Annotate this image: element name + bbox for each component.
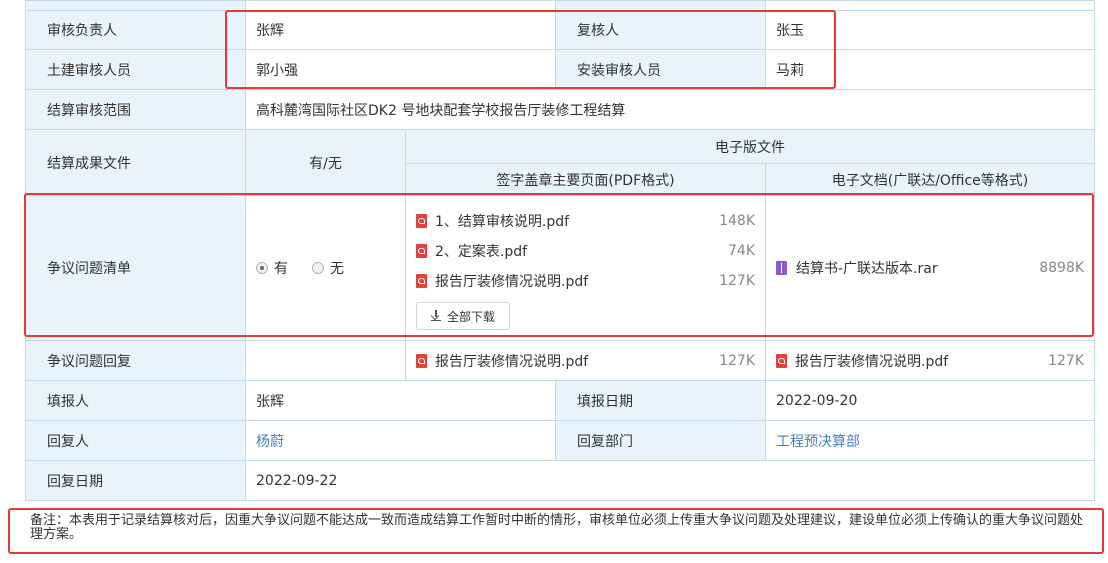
dispute-pdf-cell: 1、结算审核说明.pdf 148K 2、定案表.pdf 74K 报告厅装修情况说… <box>405 195 766 341</box>
download-all-label: 全部下载 <box>447 309 496 324</box>
review-info-table: 审核负责人 张辉 复核人 张玉 土建审核人员 郭小强 安装审核人员 马莉 结算审… <box>25 0 1095 501</box>
table-row: 争议问题回复 报告厅装修情况说明.pdf 127K 报告厅装修情况说明.pdf … <box>25 340 1095 381</box>
responder-link[interactable]: 杨蔚 <box>245 420 556 461</box>
reply-date-label: 回复日期 <box>25 460 246 501</box>
file-name[interactable]: 2、定案表.pdf <box>435 241 728 261</box>
install-reviewer-label: 安装审核人员 <box>555 49 766 90</box>
file-item[interactable]: 报告厅装修情况说明.pdf 127K <box>416 266 755 296</box>
pdf-file-icon <box>416 214 427 228</box>
radio-yes-label[interactable]: 有 <box>274 258 288 278</box>
rar-archive-icon <box>776 261 787 275</box>
filler-value: 张辉 <box>245 380 556 421</box>
file-size: 127K <box>719 352 755 369</box>
file-item[interactable]: 报告厅装修情况说明.pdf 127K <box>776 346 1084 376</box>
reply-dept-label: 回复部门 <box>555 420 766 461</box>
has-none-header: 有/无 <box>245 129 406 196</box>
install-reviewer-value: 马莉 <box>765 49 1095 90</box>
dispute-radio-cell: 有 无 <box>245 195 406 341</box>
file-item[interactable]: 1、结算审核说明.pdf 148K <box>416 206 755 236</box>
reply-pdf-cell: 报告厅装修情况说明.pdf 127K <box>405 340 766 381</box>
table-row-dispute: 争议问题清单 有 无 1、结算审核说明.pdf 148K 2、定案表.pdf 7… <box>25 195 1095 341</box>
electronic-files-header: 电子版文件 <box>405 129 1095 164</box>
dispute-reply-label: 争议问题回复 <box>25 340 246 381</box>
radio-yes[interactable] <box>256 262 268 274</box>
file-size: 148K <box>719 213 755 229</box>
reply-dept-link[interactable]: 工程预决算部 <box>765 420 1095 461</box>
reply-doc-cell: 报告厅装修情况说明.pdf 127K <box>765 340 1095 381</box>
filler-label: 填报人 <box>25 380 246 421</box>
file-size: 127K <box>719 273 755 289</box>
radio-no-label[interactable]: 无 <box>330 258 344 278</box>
checker-label: 复核人 <box>555 10 766 50</box>
dispute-list-label: 争议问题清单 <box>25 195 246 341</box>
file-name[interactable]: 结算书-广联达版本.rar <box>796 258 1039 278</box>
file-name[interactable]: 报告厅装修情况说明.pdf <box>795 351 1048 371</box>
fill-date-label: 填报日期 <box>555 380 766 421</box>
remarks-note: 备注：本表用于记录结算核对后，因重大争议问题不能达成一致而造成结算工作暂时中断的… <box>8 508 1104 554</box>
scope-label: 结算审核范围 <box>25 89 246 130</box>
table-row: 审核负责人 张辉 复核人 张玉 <box>25 10 1095 50</box>
pdf-files-header: 签字盖章主要页面(PDF格式) <box>405 163 766 196</box>
table-row: 结算成果文件 有/无 电子版文件 <box>25 129 1095 196</box>
file-name[interactable]: 报告厅装修情况说明.pdf <box>435 271 719 291</box>
download-icon <box>431 310 441 321</box>
table-row: 回复人 杨蔚 回复部门 工程预决算部 <box>25 420 1095 461</box>
table-row: 填报人 张辉 填报日期 2022-09-20 <box>25 380 1095 421</box>
file-item[interactable]: 2、定案表.pdf 74K <box>416 236 755 266</box>
file-item[interactable]: 结算书-广联达版本.rar 8898K <box>776 253 1084 283</box>
fill-date-value: 2022-09-20 <box>765 380 1095 421</box>
file-size: 74K <box>728 243 755 259</box>
file-size: 127K <box>1048 352 1084 369</box>
civil-reviewer-label: 土建审核人员 <box>25 49 246 90</box>
pdf-file-icon <box>416 244 427 258</box>
table-row: 回复日期 2022-09-22 <box>25 460 1095 501</box>
result-files-label: 结算成果文件 <box>25 129 246 196</box>
civil-reviewer-value: 郭小强 <box>245 49 556 90</box>
dispute-doc-cell: 结算书-广联达版本.rar 8898K <box>765 195 1095 341</box>
radio-no[interactable] <box>312 262 324 274</box>
pdf-file-icon <box>776 353 787 368</box>
pdf-file-icon <box>416 274 427 288</box>
download-all-button[interactable]: 全部下载 <box>416 302 511 330</box>
table-row-top <box>25 0 1095 11</box>
reviewer-label: 审核负责人 <box>25 10 246 50</box>
file-name[interactable]: 1、结算审核说明.pdf <box>435 211 719 231</box>
file-item[interactable]: 报告厅装修情况说明.pdf 127K <box>416 346 755 376</box>
dispute-radio-group: 有 无 <box>256 258 395 278</box>
responder-label: 回复人 <box>25 420 246 461</box>
scope-value: 高科麓湾国际社区DK2 号地块配套学校报告厅装修工程结算 <box>245 89 1095 130</box>
pdf-file-icon <box>416 353 427 368</box>
table-row: 结算审核范围 高科麓湾国际社区DK2 号地块配套学校报告厅装修工程结算 <box>25 89 1095 130</box>
doc-files-header: 电子文档(广联达/Office等格式) <box>765 163 1095 196</box>
file-size: 8898K <box>1039 260 1084 276</box>
file-name[interactable]: 报告厅装修情况说明.pdf <box>435 351 719 371</box>
checker-value: 张玉 <box>765 10 1095 50</box>
reviewer-value: 张辉 <box>245 10 556 50</box>
table-row: 土建审核人员 郭小强 安装审核人员 马莉 <box>25 49 1095 90</box>
reply-date-value: 2022-09-22 <box>245 460 1095 501</box>
